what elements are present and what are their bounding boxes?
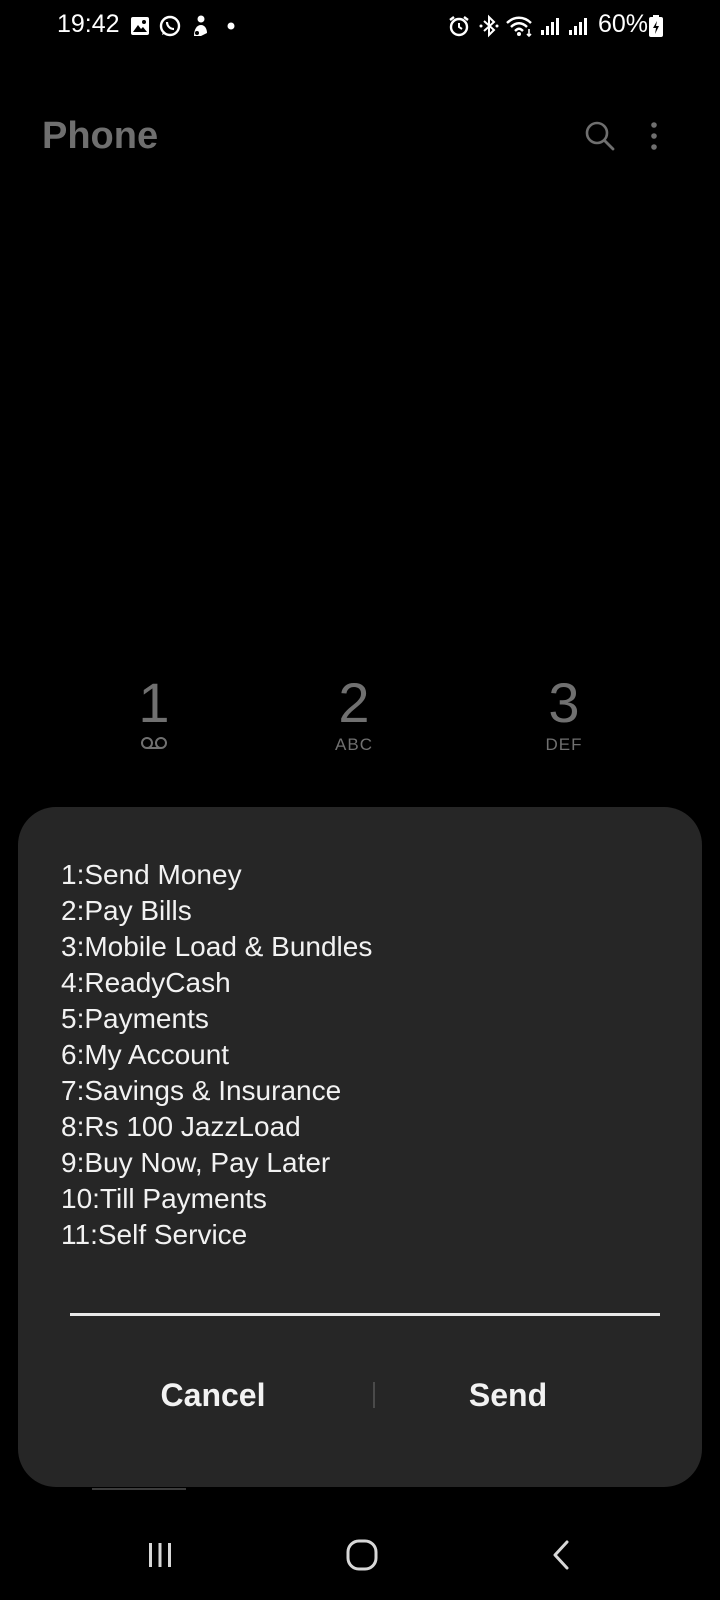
gallery-icon xyxy=(128,14,152,38)
divider xyxy=(92,1488,186,1490)
dialpad-letters: ABC xyxy=(335,735,373,754)
cancel-button[interactable]: Cancel xyxy=(83,1365,343,1425)
menu-option: 10:Till Payments xyxy=(61,1183,267,1214)
search-icon[interactable] xyxy=(580,116,620,156)
menu-option: 4:ReadyCash xyxy=(61,967,231,998)
wifi-icon xyxy=(505,14,535,38)
ussd-dialog: 1:Send Money 2:Pay Bills 3:Mobile Load &… xyxy=(18,807,702,1487)
notification-icon xyxy=(188,14,212,38)
button-divider xyxy=(373,1382,375,1408)
dialpad-digit: 3 xyxy=(548,671,580,734)
bluetooth-icon xyxy=(477,14,501,38)
ussd-message: 1:Send Money 2:Pay Bills 3:Mobile Load &… xyxy=(61,857,661,1253)
home-icon[interactable] xyxy=(332,1530,392,1580)
dialpad-letters: DEF xyxy=(545,735,583,754)
status-bar: 19:42 60% xyxy=(0,0,720,56)
alarm-icon xyxy=(447,14,471,38)
menu-option: 1:Send Money xyxy=(61,859,242,890)
menu-option: 6:My Account xyxy=(61,1039,230,1070)
dot-icon xyxy=(219,14,243,38)
menu-option: 5:Payments xyxy=(61,1003,209,1034)
dialpad-digit: 1 xyxy=(138,671,170,734)
send-button[interactable]: Send xyxy=(378,1365,638,1425)
recents-icon[interactable] xyxy=(130,1530,190,1580)
voicemail-icon xyxy=(94,735,214,755)
menu-option: 3:Mobile Load & Bundles xyxy=(61,931,373,962)
page-title: Phone xyxy=(42,115,159,157)
status-time: 19:42 xyxy=(57,10,120,38)
signal-icon xyxy=(566,14,590,38)
whatsapp-icon xyxy=(158,14,182,38)
dialpad-digit: 2 xyxy=(338,671,370,734)
dialpad-key-2[interactable]: 2 ABC xyxy=(294,675,414,755)
signal-icon xyxy=(538,14,562,38)
battery-level: 60% xyxy=(598,10,649,38)
menu-option: 8:Rs 100 JazzLoad xyxy=(61,1111,301,1142)
battery-icon xyxy=(648,14,664,38)
back-icon[interactable] xyxy=(532,1530,592,1580)
more-options-icon[interactable] xyxy=(644,116,664,156)
dialpad-key-3[interactable]: 3 DEF xyxy=(504,675,624,755)
dialpad-key-1[interactable]: 1 xyxy=(94,675,214,755)
menu-option: 7:Savings & Insurance xyxy=(61,1075,342,1106)
menu-option: 2:Pay Bills xyxy=(61,895,192,926)
ussd-reply-input[interactable] xyxy=(70,1272,660,1316)
menu-option: 9:Buy Now, Pay Later xyxy=(61,1147,331,1178)
menu-option: 11:Self Service xyxy=(61,1219,248,1250)
